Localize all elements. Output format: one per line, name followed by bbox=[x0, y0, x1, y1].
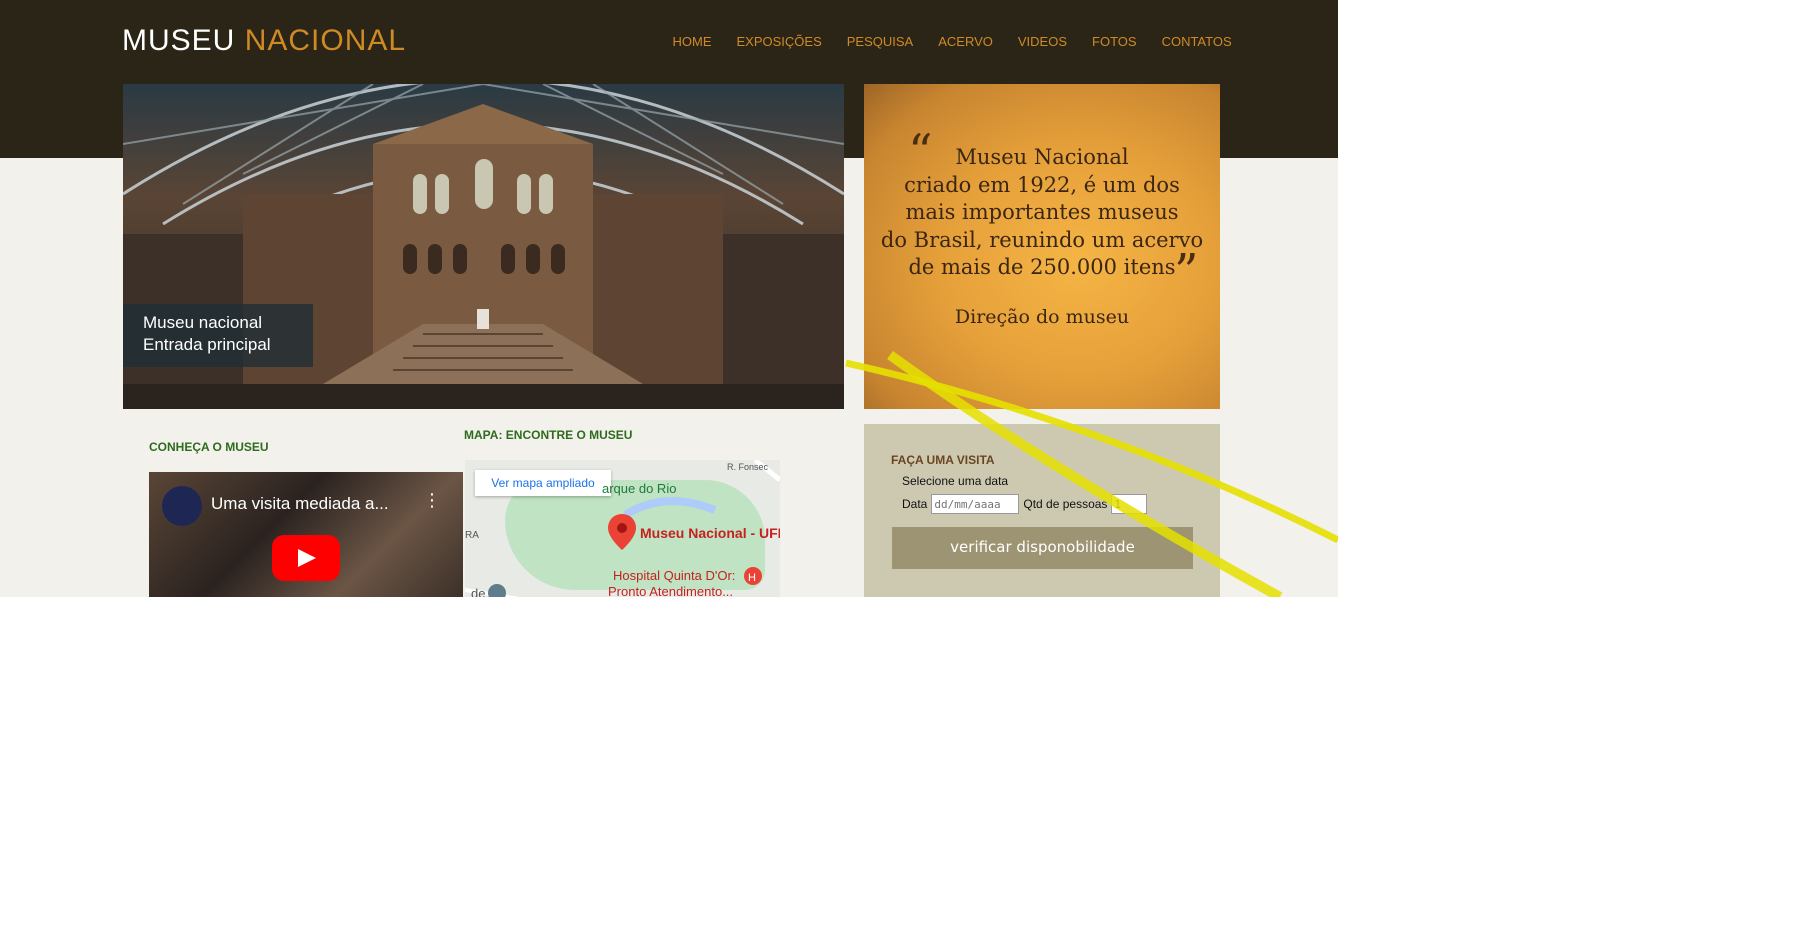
nav-acervo[interactable]: ACERVO bbox=[926, 34, 1006, 49]
channel-avatar[interactable] bbox=[162, 486, 202, 526]
svg-text:H: H bbox=[748, 572, 756, 584]
quote-line-3: mais importantes museus bbox=[905, 200, 1179, 224]
nav-contatos[interactable]: CONTATOS bbox=[1149, 34, 1244, 49]
hero-caption: Museu nacional Entrada principal bbox=[123, 304, 313, 367]
mapa-title: MAPA: ENCONTRE O MUSEU bbox=[464, 428, 633, 442]
date-label: Data bbox=[902, 497, 928, 511]
map-label-ra: RA bbox=[465, 530, 479, 541]
map-label-hospital-2: Pronto Atendimento... bbox=[608, 584, 734, 597]
map-label-museu[interactable]: Museu Nacional - UFR. bbox=[640, 525, 780, 541]
map-label-de: de bbox=[471, 586, 486, 597]
nav-exposicoes[interactable]: EXPOSIÇÕES bbox=[724, 34, 834, 49]
hero-caption-line1: Museu nacional bbox=[143, 313, 263, 332]
site-logo[interactable]: MUSEU NACIONAL bbox=[122, 24, 406, 58]
map-embed[interactable]: H Ver mapa ampliado arque do Rio R. Fons… bbox=[465, 460, 780, 597]
map-pin-icon[interactable] bbox=[607, 512, 637, 552]
verificar-disponibilidade-button[interactable]: verificar disponobilidade bbox=[892, 527, 1193, 569]
map-label-park: arque do Rio bbox=[602, 481, 677, 496]
logo-word-museu: MUSEU bbox=[122, 24, 236, 57]
ver-mapa-ampliado-link[interactable]: Ver mapa ampliado bbox=[475, 470, 611, 496]
visit-panel: FAÇA UMA VISITA Selecione uma data Data … bbox=[864, 424, 1220, 597]
video-embed[interactable]: Uma visita mediada a... ⋮ bbox=[149, 472, 463, 597]
quote-signature: Direção do museu bbox=[954, 306, 1130, 328]
quote-line-4: do Brasil, reunindo um acervo bbox=[880, 227, 1204, 252]
quote-line-1: Museu Nacional bbox=[955, 145, 1129, 169]
hero-image: Museu nacional Entrada principal bbox=[123, 84, 844, 409]
play-button[interactable] bbox=[272, 535, 340, 581]
page: MUSEU NACIONAL HOME EXPOSIÇÕES PESQUISA … bbox=[0, 0, 1338, 597]
nav-pesquisa[interactable]: PESQUISA bbox=[834, 34, 925, 49]
close-quote-icon: ” bbox=[1174, 244, 1199, 300]
map-label-fonseca: R. Fonsec bbox=[727, 462, 769, 472]
quote-box: “ Museu Nacional criado em 1922, é um do… bbox=[864, 84, 1220, 409]
hero-caption-line2: Entrada principal bbox=[143, 335, 271, 354]
map-label-hospital-1: Hospital Quinta D'Or: bbox=[613, 568, 736, 583]
more-options-icon[interactable]: ⋮ bbox=[423, 490, 441, 511]
visit-form-row: Data Qtd de pessoas bbox=[902, 494, 1148, 514]
qtd-input[interactable] bbox=[1111, 494, 1148, 514]
quote-line-2: criado em 1922, é um dos bbox=[904, 172, 1180, 197]
video-title[interactable]: Uma visita mediada a... bbox=[211, 494, 389, 514]
main-nav: HOME EXPOSIÇÕES PESQUISA ACERVO VIDEOS F… bbox=[660, 34, 1244, 49]
qtd-label: Qtd de pessoas bbox=[1023, 497, 1108, 511]
nav-fotos[interactable]: FOTOS bbox=[1080, 34, 1150, 49]
nav-home[interactable]: HOME bbox=[660, 34, 724, 49]
visit-title: FAÇA UMA VISITA bbox=[891, 453, 995, 467]
date-input[interactable] bbox=[931, 494, 1020, 514]
conheca-title: CONHEÇA O MUSEU bbox=[149, 440, 269, 454]
quote-text: Museu Nacional criado em 1922, é um dos … bbox=[864, 144, 1220, 282]
quote-line-5: de mais de 250.000 itens bbox=[908, 255, 1176, 279]
logo-word-nacional: NACIONAL bbox=[244, 24, 407, 57]
select-date-label: Selecione uma data bbox=[902, 474, 1009, 488]
nav-videos[interactable]: VIDEOS bbox=[1005, 34, 1079, 49]
